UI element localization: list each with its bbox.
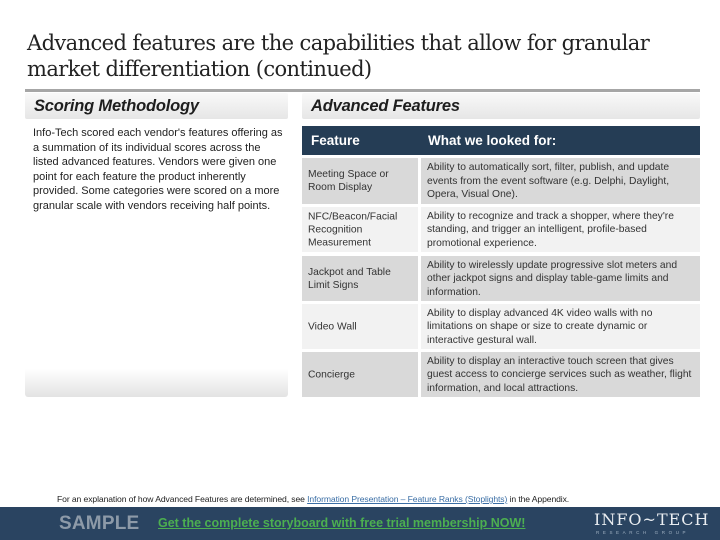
scoring-methodology-panel: Scoring Methodology Info-Tech scored eac… (25, 93, 288, 397)
feature-description: Ability to display an interactive touch … (427, 355, 692, 394)
feature-name: Jackpot and Table Limit Signs (308, 266, 391, 291)
feature-cell: Jackpot and Table Limit Signs (302, 256, 418, 301)
column-header-feature: Feature (311, 133, 360, 148)
feature-name: NFC/Beacon/Facial Recognition Measuremen… (308, 211, 398, 248)
logo-wordmark: INFO~TECH (594, 510, 710, 529)
table-row: Concierge Ability to display an interact… (302, 352, 700, 397)
table-row: Meeting Space or Room Display Ability to… (302, 158, 700, 204)
feature-name: Concierge (308, 369, 355, 380)
panel-heading: Advanced Features (311, 97, 460, 115)
trial-membership-link[interactable]: Get the complete storyboard with free tr… (158, 516, 525, 530)
description-cell: Ability to wirelessly update progressive… (421, 256, 700, 301)
slide-title: Advanced features are the capabilities t… (27, 31, 650, 81)
footer-band: SAMPLE Get the complete storyboard with … (0, 507, 720, 540)
footnote: For an explanation of how Advanced Featu… (57, 494, 569, 504)
methodology-text: Info-Tech scored each vendor's features … (33, 127, 283, 212)
logo-tagline: RESEARCH GROUP (596, 530, 690, 535)
info-tech-logo: INFO~TECH RESEARCH GROUP (594, 510, 709, 538)
description-cell: Ability to recognize and track a shopper… (421, 207, 700, 252)
table-row: Jackpot and Table Limit Signs Ability to… (302, 256, 700, 301)
footnote-suffix: in the Appendix. (507, 494, 570, 504)
sample-watermark: SAMPLE (59, 513, 140, 534)
table-row: NFC/Beacon/Facial Recognition Measuremen… (302, 207, 700, 252)
panel-heading: Scoring Methodology (34, 97, 199, 115)
column-header-criteria: What we looked for: (428, 133, 557, 148)
panel-footer-gradient (25, 369, 288, 397)
description-cell: Ability to display an interactive touch … (421, 352, 700, 397)
feature-cell: NFC/Beacon/Facial Recognition Measuremen… (302, 207, 418, 252)
feature-description: Ability to wirelessly update progressive… (427, 259, 678, 298)
feature-cell: Concierge (302, 352, 418, 397)
feature-name: Meeting Space or Room Display (308, 169, 389, 193)
appendix-link[interactable]: Information Presentation – Feature Ranks… (307, 494, 507, 504)
table-row: Video Wall Ability to display advanced 4… (302, 304, 700, 349)
footnote-prefix: For an explanation of how Advanced Featu… (57, 494, 308, 504)
panel-header: Advanced Features (302, 93, 700, 119)
feature-description: Ability to recognize and track a shopper… (427, 210, 674, 249)
feature-cell: Meeting Space or Room Display (302, 158, 418, 204)
feature-name: Video Wall (308, 321, 357, 332)
feature-cell: Video Wall (302, 304, 418, 349)
table-header: Feature What we looked for: (302, 126, 700, 155)
panel-header: Scoring Methodology (25, 93, 288, 119)
feature-description: Ability to automatically sort, filter, p… (427, 161, 670, 200)
title-divider (25, 89, 700, 92)
advanced-features-panel: Advanced Features Feature What we looked… (302, 93, 700, 399)
description-cell: Ability to display advanced 4K video wal… (421, 304, 700, 349)
feature-description: Ability to display advanced 4K video wal… (427, 307, 653, 346)
description-cell: Ability to automatically sort, filter, p… (421, 158, 700, 204)
